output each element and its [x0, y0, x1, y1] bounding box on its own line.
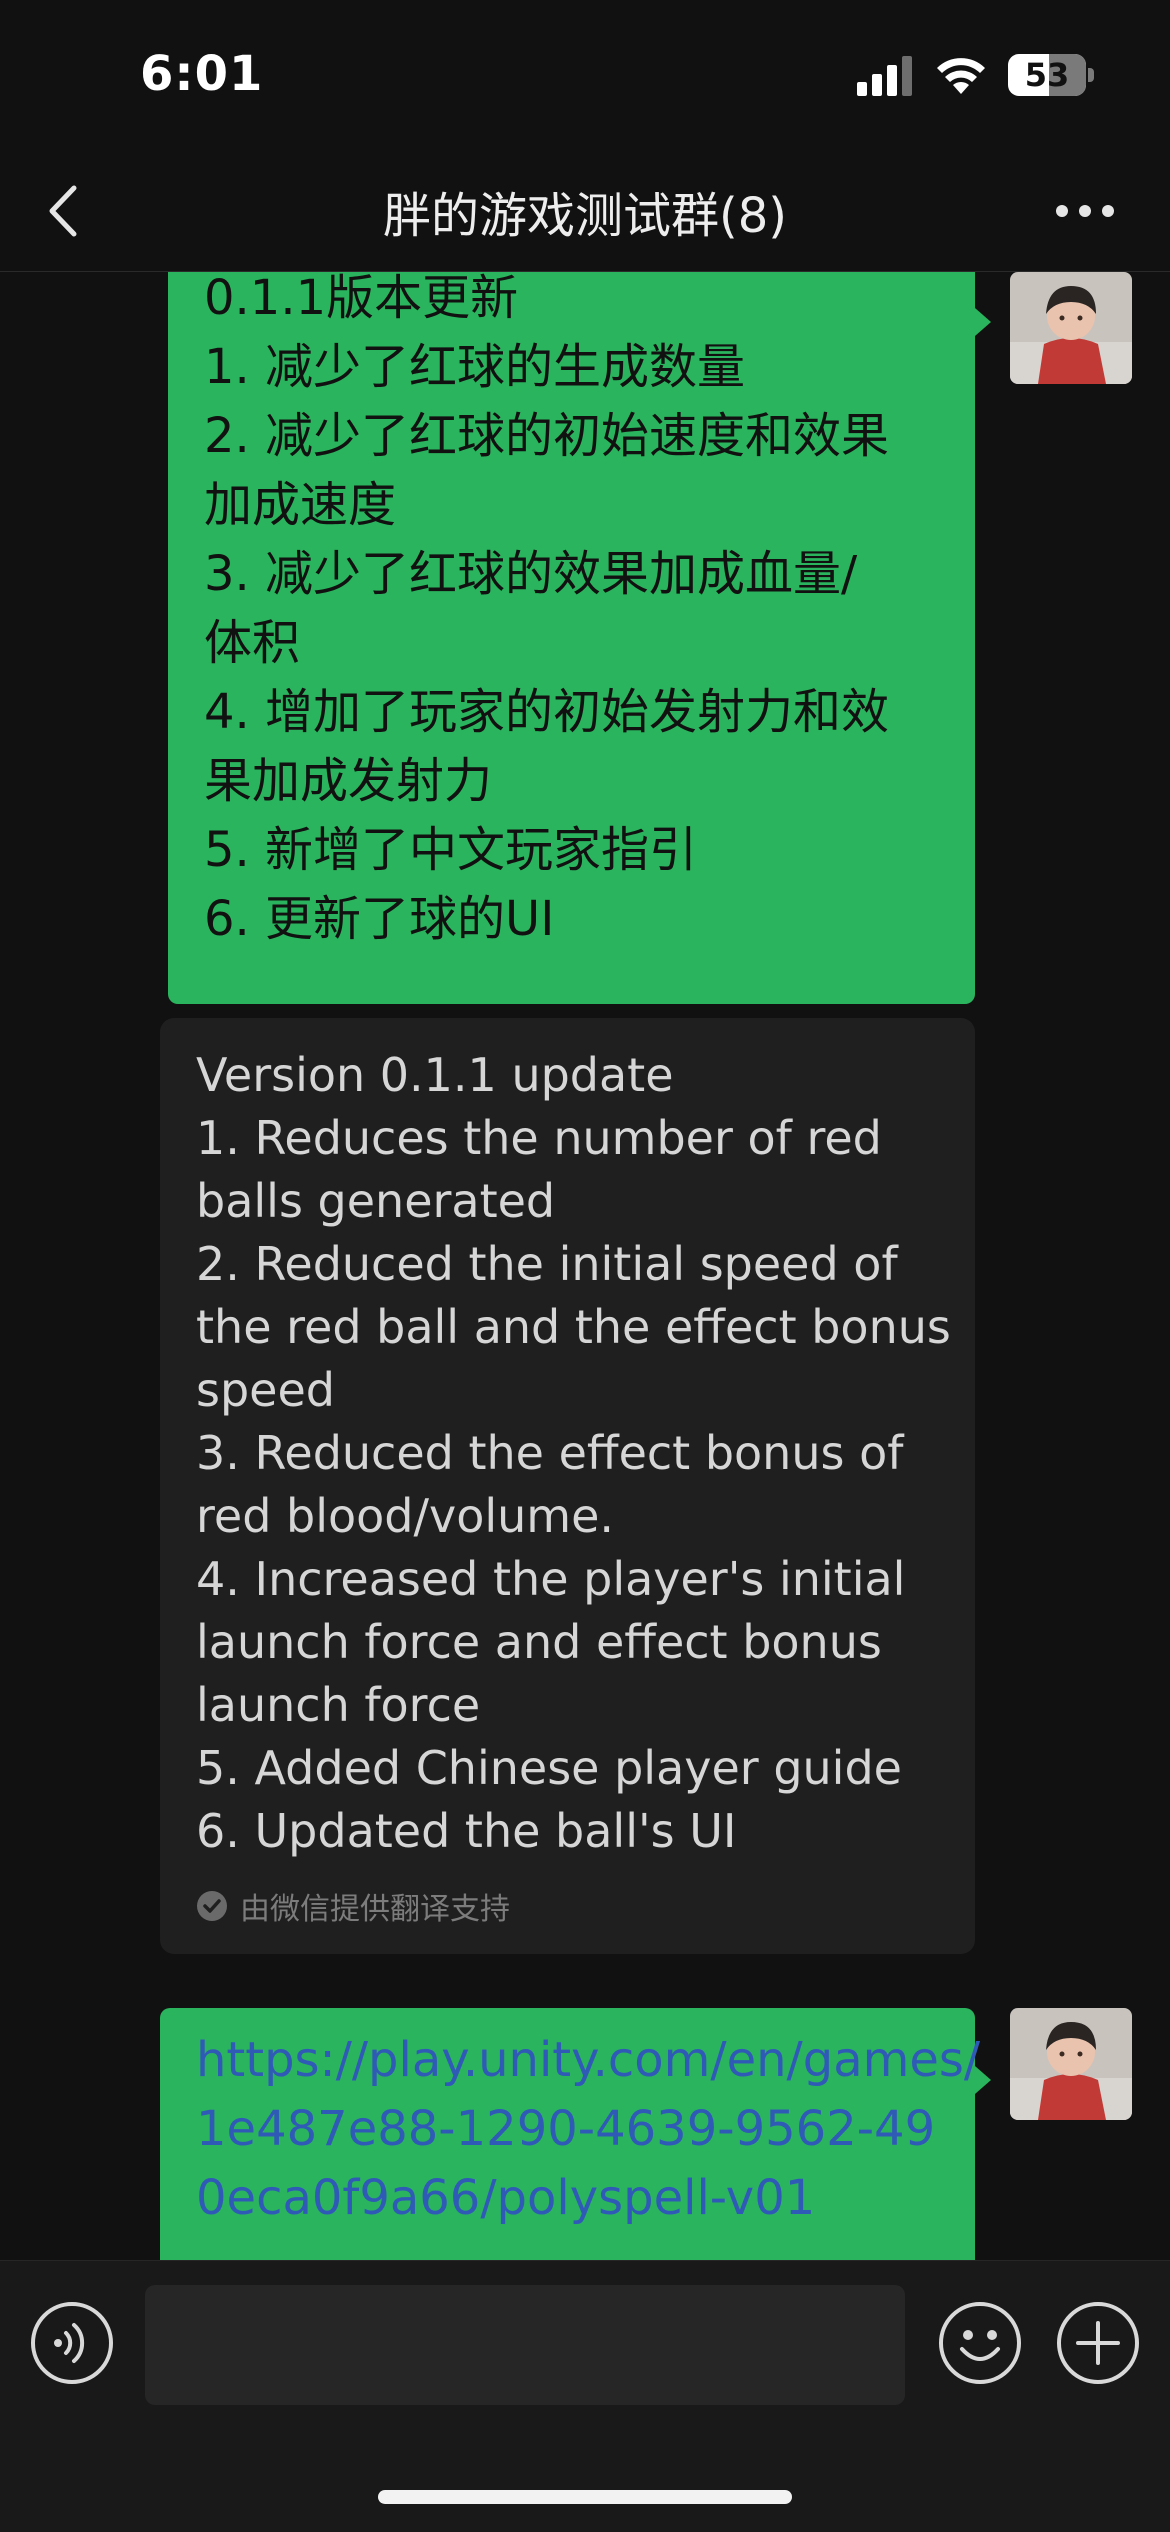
chevron-left-icon[interactable] — [30, 178, 100, 244]
voice-icon[interactable] — [30, 2301, 114, 2385]
battery-cap — [1088, 68, 1094, 82]
link-text[interactable]: https://play.unity.com/en/games/1e487e88… — [196, 2026, 981, 2233]
wechat-chat-screen: 6:01 53 胖的游戏测试群(8) 0.1.1版本更新 1. 减少了红球的生成… — [0, 0, 1170, 2532]
translation-text: Version 0.1.1 update 1. Reduces the numbe… — [196, 1044, 951, 1863]
bubble-tail — [975, 308, 991, 336]
message-line: 2. Reduced the initial speed of — [196, 1237, 898, 1291]
avatar[interactable] — [1010, 2008, 1132, 2120]
message-line: 3. Reduced the effect bonus of — [196, 1426, 904, 1480]
message-line: 1. 减少了红球的生成数量 — [204, 339, 746, 395]
message-line: 0.1.1版本更新 — [204, 272, 519, 326]
message-line: Version 0.1.1 update — [196, 1048, 674, 1102]
plus-icon[interactable] — [1056, 2301, 1140, 2385]
message-input[interactable] — [145, 2285, 905, 2405]
message-line: red blood/volume. — [196, 1489, 615, 1543]
nav-bar: 胖的游戏测试群(8) — [0, 150, 1170, 272]
chat-message-list[interactable]: 0.1.1版本更新 1. 减少了红球的生成数量 2. 减少了红球的初始速度和效果 加成… — [0, 272, 1170, 2260]
message-line: 4. 增加了玩家的初始发射力和效 — [204, 684, 890, 740]
message-text: 0.1.1版本更新 1. 减少了红球的生成数量 2. 减少了红球的初始速度和效果 加成… — [204, 272, 939, 954]
translation-box[interactable]: Version 0.1.1 update 1. Reduces the numbe… — [160, 1018, 975, 1954]
message-bubble-link[interactable]: https://play.unity.com/en/games/1e487e88… — [160, 2008, 981, 2260]
message-line: speed — [196, 1363, 335, 1417]
message-line: 0eca0f9a66/polyspell-v01 — [196, 2170, 816, 2226]
message-line: the red ball and the effect bonus — [196, 1300, 951, 1354]
message-line: balls generated — [196, 1174, 556, 1228]
status-bar: 6:01 53 — [0, 0, 1170, 150]
battery-body: 53 — [1008, 54, 1086, 96]
message-line: https://play.unity.com/en/games/ — [196, 2032, 981, 2088]
battery-icon: 53 — [1008, 54, 1094, 96]
translation-credit: 由微信提供翻译支持 — [196, 1886, 510, 1927]
home-indicator — [378, 2490, 792, 2504]
more-dots-icon[interactable] — [1050, 188, 1120, 234]
message-line: 6. Updated the ball's UI — [196, 1804, 737, 1858]
message-line: 2. 减少了红球的初始速度和效果 — [204, 408, 890, 464]
message-line: launch force and effect bonus — [196, 1615, 882, 1669]
check-circle-icon — [197, 1891, 227, 1921]
bubble-tail — [975, 2066, 991, 2094]
wifi-icon — [937, 58, 985, 94]
message-line: launch force — [196, 1678, 481, 1732]
signal-icon — [857, 56, 912, 96]
avatar[interactable] — [1010, 272, 1132, 384]
message-line: 5. 新增了中文玩家指引 — [204, 822, 698, 878]
message-line: 4. Increased the player's initial — [196, 1552, 906, 1606]
chat-title: 胖的游戏测试群(8) — [383, 188, 787, 244]
message-bubble-update-cn[interactable]: 0.1.1版本更新 1. 减少了红球的生成数量 2. 减少了红球的初始速度和效果 加成… — [168, 272, 975, 1004]
message-line: 3. 减少了红球的效果加成血量/ — [204, 546, 858, 602]
battery-percent: 53 — [1024, 56, 1070, 94]
message-line: 1e487e88-1290-4639-9562-49 — [196, 2101, 936, 2157]
message-line: 6. 更新了球的UI — [204, 891, 555, 947]
message-line: 果加成发射力 — [204, 753, 493, 809]
status-time: 6:01 — [140, 46, 264, 102]
message-line: 加成速度 — [204, 477, 397, 533]
message-line: 体积 — [204, 615, 301, 671]
message-line: 5. Added Chinese player guide — [196, 1741, 902, 1795]
message-line: 1. Reduces the number of red — [196, 1111, 882, 1165]
translation-credit-label: 由微信提供翻译支持 — [240, 1892, 510, 1927]
emoji-icon[interactable] — [938, 2301, 1022, 2385]
